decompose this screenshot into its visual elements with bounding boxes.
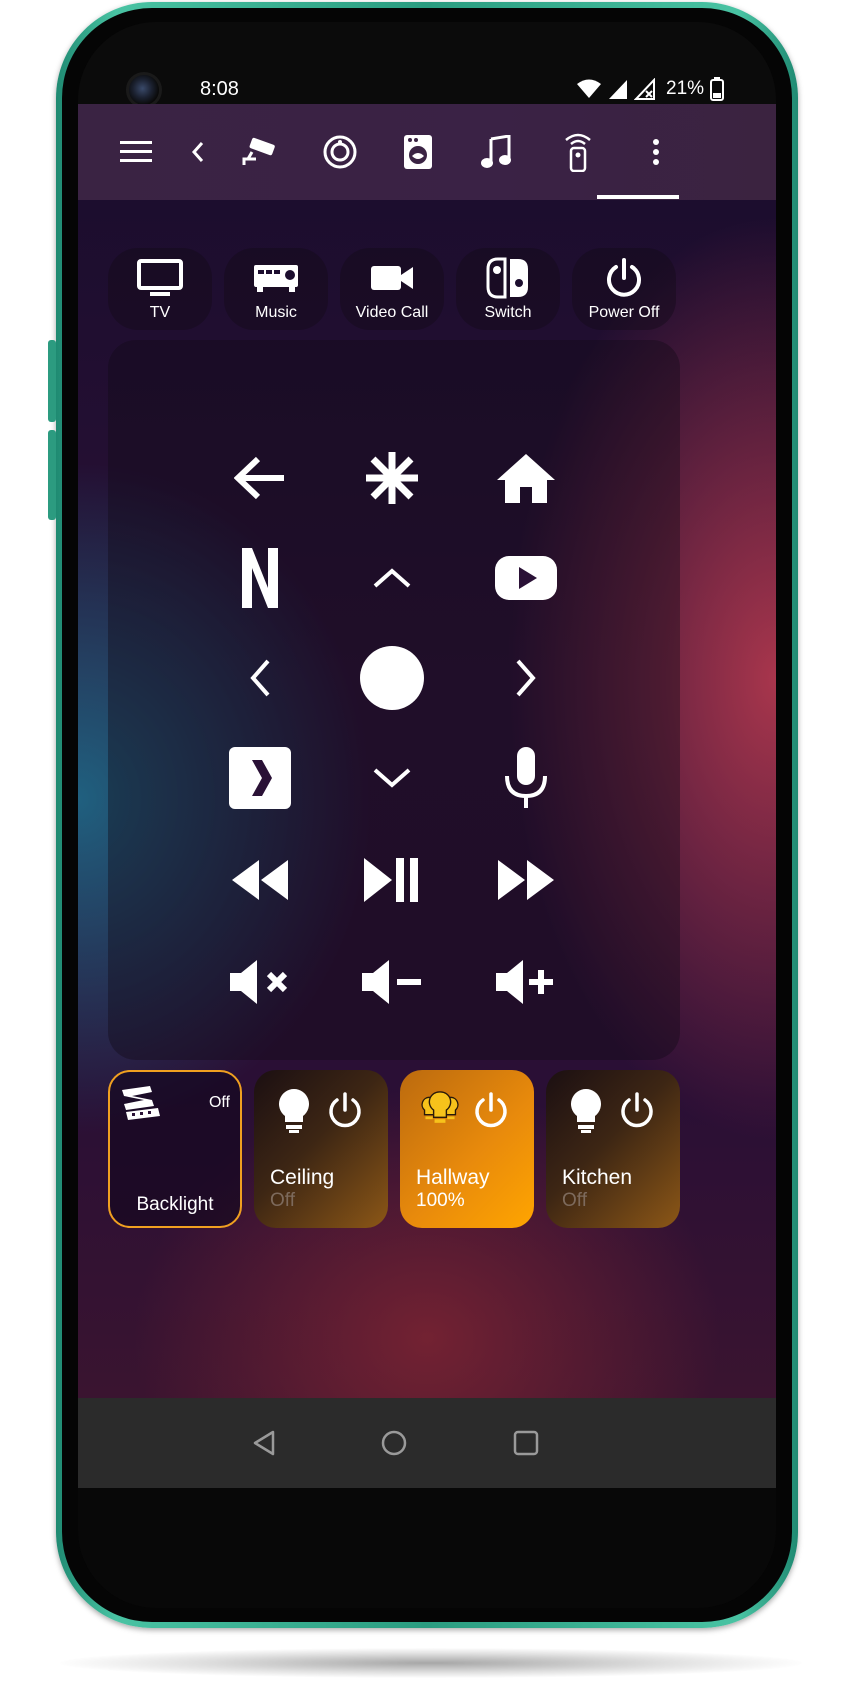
shortcut-label: Switch	[484, 304, 532, 321]
asterisk-icon[interactable]	[352, 438, 432, 518]
chevron-down-icon[interactable]	[352, 738, 432, 818]
light-state: Off	[270, 1190, 295, 1211]
hallway-light-tile[interactable]: Hallway 100%	[400, 1070, 534, 1228]
volume-down-icon[interactable]	[352, 942, 432, 1022]
more-vert-icon[interactable]	[636, 132, 676, 172]
washing-machine-icon[interactable]	[398, 132, 438, 172]
microphone-icon[interactable]	[486, 738, 566, 818]
battery-percent: 21%	[666, 78, 705, 99]
signal-icon	[609, 80, 627, 99]
shortcut-video-call[interactable]: Video Call	[340, 248, 444, 330]
av-receiver-icon	[253, 258, 299, 298]
backlight-name: Backlight	[136, 1194, 214, 1215]
shortcut-row: TV Music Video Call Switch Power Off	[108, 248, 748, 330]
app-bar	[78, 104, 776, 200]
backlight-tile[interactable]: Off Backlight	[108, 1070, 242, 1228]
lightbulb-icon	[279, 1089, 309, 1133]
nav-back-icon[interactable]	[246, 1425, 282, 1461]
shortcut-music[interactable]: Music	[224, 248, 328, 330]
shortcut-label: Video Call	[355, 304, 429, 321]
chevron-right-icon[interactable]	[486, 638, 566, 718]
backlight-state: Off	[208, 1094, 230, 1111]
chevron-up-icon[interactable]	[352, 538, 432, 618]
nintendo-switch-icon	[486, 257, 530, 299]
nav-home-icon[interactable]	[376, 1425, 412, 1461]
back-icon[interactable]	[178, 132, 218, 172]
youtube-icon[interactable]	[486, 538, 566, 618]
rewind-icon[interactable]	[220, 840, 300, 920]
system-nav-bar	[78, 1398, 776, 1488]
remote-card	[108, 340, 680, 1060]
plex-icon[interactable]	[220, 738, 300, 818]
light-name: Kitchen	[562, 1166, 633, 1189]
remote-page: TV Music Video Call Switch Power Off Off…	[78, 200, 776, 1398]
menu-icon[interactable]	[116, 132, 156, 172]
status-bar: 8:08 21%	[78, 22, 776, 108]
front-camera	[126, 72, 162, 108]
netflix-icon[interactable]	[220, 538, 300, 618]
phone-screen: 8:08 21% TV Music Video Call Switch Powe…	[78, 22, 776, 1608]
battery-icon	[710, 77, 725, 101]
volume-button	[48, 430, 56, 520]
device-shadow	[60, 1648, 802, 1678]
lightbulb-icon	[571, 1089, 601, 1133]
shortcut-tv[interactable]: TV	[108, 248, 212, 330]
active-tab-indicator	[597, 195, 679, 199]
play-pause-icon[interactable]	[352, 840, 432, 920]
shortcut-power-off[interactable]: Power Off	[572, 248, 676, 330]
volume-up-icon[interactable]	[486, 942, 566, 1022]
wifi-icon	[577, 79, 601, 98]
lightbulb-group-icon	[421, 1091, 459, 1123]
tv-icon	[136, 258, 184, 298]
no-signal-icon	[634, 78, 655, 100]
remote-icon[interactable]	[558, 132, 598, 172]
power-icon[interactable]	[472, 1092, 510, 1130]
light-state: Off	[562, 1190, 587, 1211]
arrow-back-icon[interactable]	[220, 438, 300, 518]
kitchen-light-tile[interactable]: Kitchen Off	[546, 1070, 680, 1228]
shortcut-label: TV	[149, 304, 171, 321]
power-icon[interactable]	[326, 1092, 364, 1130]
led-strip-icon	[122, 1086, 160, 1120]
screen-bottom-bezel	[78, 1488, 776, 1608]
video-camera-icon	[370, 258, 414, 298]
device-tiles: Off Backlight Ceiling Off Hallway 100% K…	[108, 1070, 680, 1230]
chevron-left-icon[interactable]	[220, 638, 300, 718]
light-name: Ceiling	[270, 1166, 335, 1189]
nav-recents-icon[interactable]	[508, 1425, 544, 1461]
status-time: 8:08	[200, 78, 239, 100]
ceiling-light-tile[interactable]: Ceiling Off	[254, 1070, 388, 1228]
power-icon[interactable]	[618, 1092, 656, 1130]
home-icon[interactable]	[486, 438, 566, 518]
ok-circle-icon[interactable]	[352, 638, 432, 718]
fast-forward-icon[interactable]	[486, 840, 566, 920]
volume-mute-icon[interactable]	[220, 942, 300, 1022]
shortcut-switch[interactable]: Switch	[456, 248, 560, 330]
power-icon	[605, 258, 643, 298]
security-camera-icon[interactable]	[240, 132, 280, 172]
light-state: 100%	[416, 1190, 465, 1211]
light-name: Hallway	[416, 1166, 490, 1189]
shortcut-label: Power Off	[588, 304, 660, 321]
music-note-icon[interactable]	[476, 132, 516, 172]
status-icons: 21%	[576, 76, 725, 102]
shortcut-label: Music	[255, 304, 297, 321]
volume-button	[48, 340, 56, 422]
robot-vacuum-icon[interactable]	[320, 132, 360, 172]
